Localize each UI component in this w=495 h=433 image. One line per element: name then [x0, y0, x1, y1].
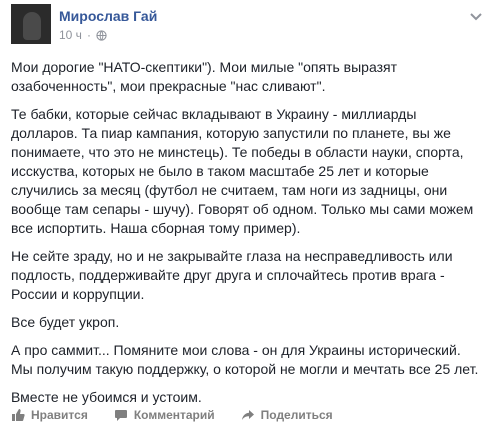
share-button[interactable]: Поделиться [241, 408, 333, 422]
comment-button[interactable]: Комментарий [114, 408, 215, 422]
like-label: Нравится [31, 408, 88, 422]
thumbs-up-icon [12, 409, 25, 421]
post-timestamp[interactable]: 10 ч [59, 28, 82, 42]
comment-icon [114, 410, 127, 421]
post-paragraph: Мои дорогие "НАТО-скептики"). Мои милые … [11, 59, 397, 94]
meta-separator: · [86, 28, 91, 42]
post-paragraph: Те бабки, которые сейчас вкладывают в Ук… [11, 106, 474, 236]
feed-post: Мирослав Гай 10 ч · Мои дорогие "НАТО-ск… [0, 0, 495, 433]
like-button[interactable]: Нравится [11, 408, 88, 422]
post-paragraph: Все будет укроп. [11, 314, 120, 330]
post-meta: 10 ч · [59, 28, 107, 42]
share-icon [241, 410, 254, 420]
comment-label: Комментарий [133, 408, 215, 422]
post-paragraph: А про саммит... Помяните мои слова - он … [11, 342, 479, 377]
globe-icon[interactable] [96, 29, 107, 41]
post-actions: Нравится Комментарий Поделиться [11, 408, 333, 422]
post-paragraph: Не сейте зраду, но и не закрывайте глаза… [11, 248, 453, 302]
post-text: Мои дорогие "НАТО-скептики"). Мои милые … [11, 58, 485, 416]
author-name[interactable]: Мирослав Гай [59, 8, 157, 24]
avatar[interactable] [11, 4, 51, 44]
post-paragraph: Вместе не убоимся и устоим. [11, 389, 202, 405]
share-label: Поделиться [260, 408, 333, 422]
chevron-down-icon[interactable] [469, 12, 483, 22]
